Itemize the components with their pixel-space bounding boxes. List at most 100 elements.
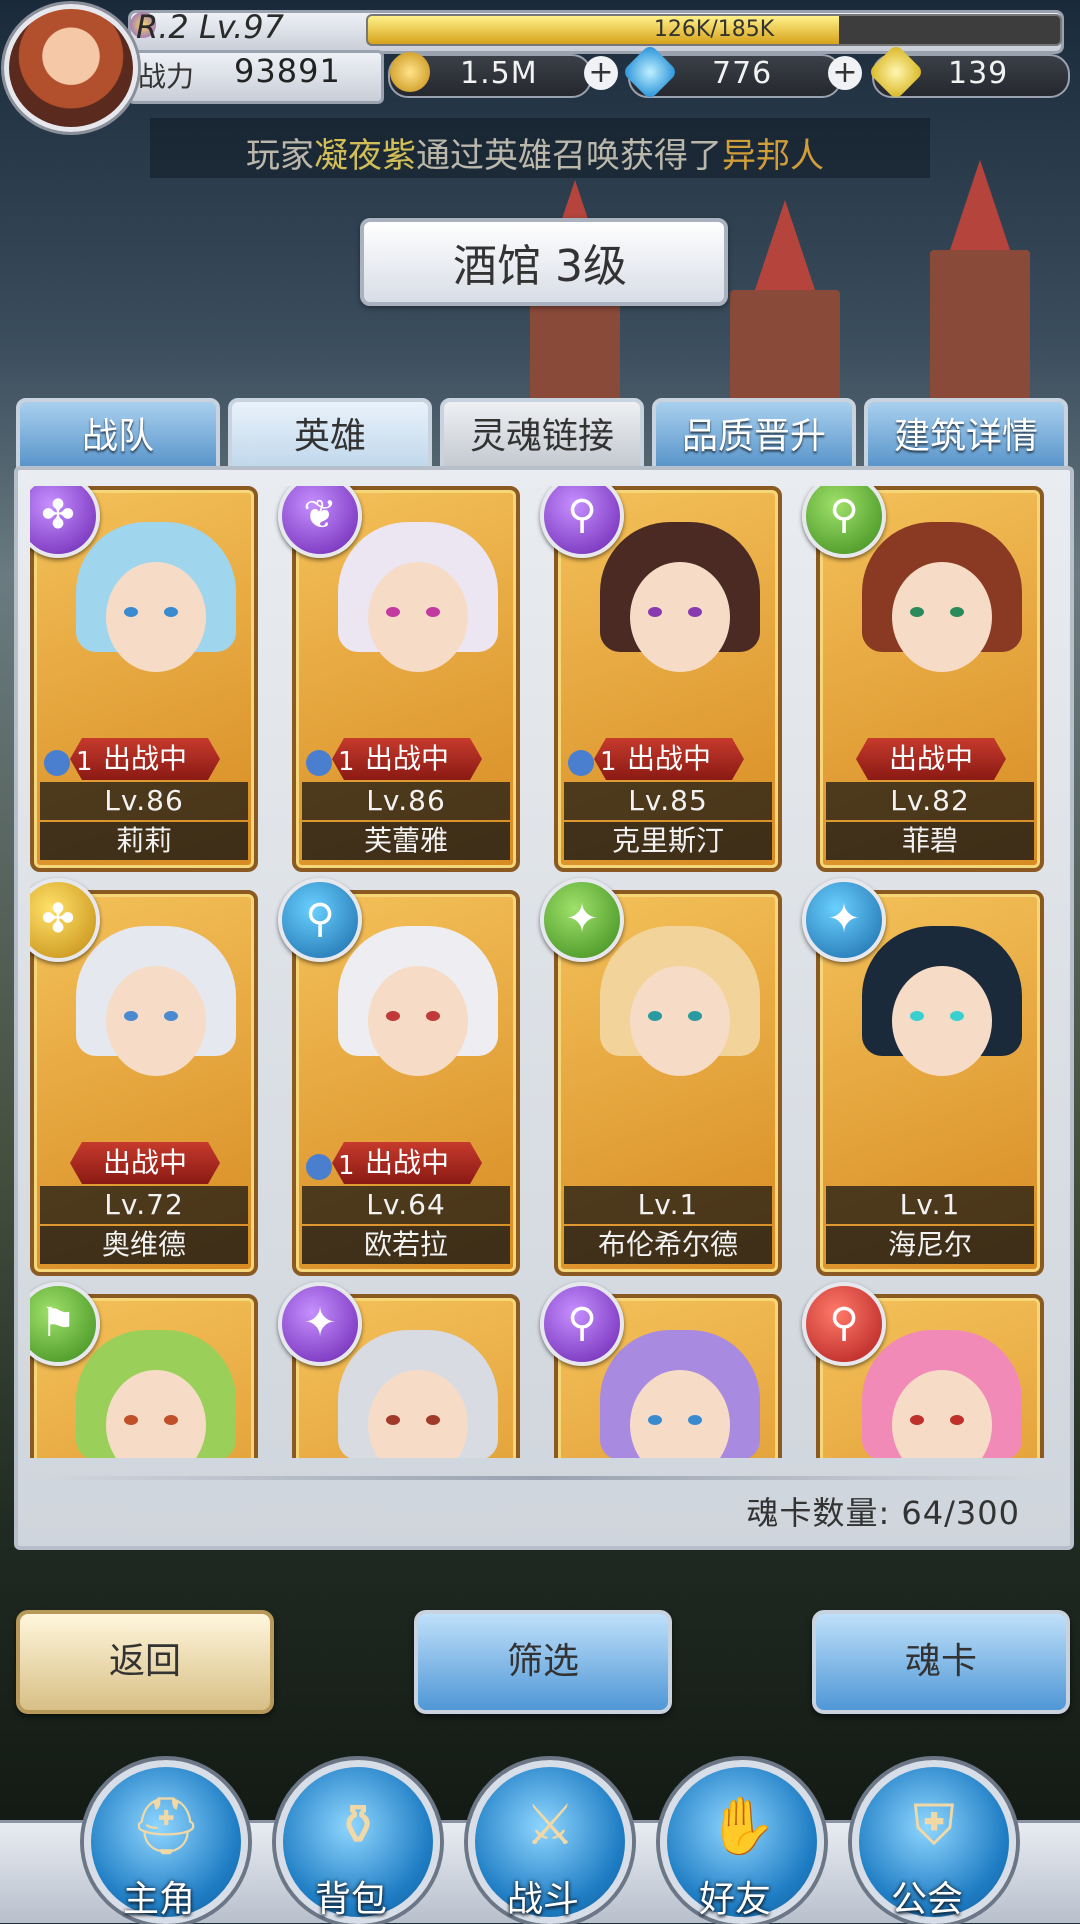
hero-eye: [950, 607, 964, 617]
hero-eye: [688, 1415, 702, 1425]
hero-card-grid[interactable]: 出战中 1 Lv.86 莉莉 ✤ 出战中 1 Lv.86 芙蕾雅 ❦ 出战中 1 Lv.85 克里斯汀 ⚲ 出…: [30, 486, 1050, 1458]
hero-eye: [124, 1415, 138, 1425]
soul-link-count: 1: [306, 1148, 386, 1184]
soul-card-button[interactable]: 魂卡: [812, 1610, 1070, 1714]
roof: [950, 160, 1010, 250]
hero-face: [368, 562, 468, 672]
nav-label: 主角: [122, 1879, 195, 1920]
hero-eye: [648, 607, 662, 617]
soul-link-icon: [568, 749, 594, 776]
hero-class-icon: ✦: [540, 878, 624, 962]
soul-link-count: 1: [44, 744, 124, 780]
power-label: 战力: [138, 60, 195, 93]
exp-text: 126K/185K: [653, 17, 775, 42]
hero-face: [106, 562, 206, 672]
divider: [40, 1476, 1040, 1480]
hero-class-icon: ✦: [802, 878, 886, 962]
hero-eye: [164, 607, 178, 617]
building-title: 酒馆 3级: [453, 241, 627, 292]
gem-value: 139: [948, 56, 1009, 91]
nav-label: 战斗: [506, 1879, 579, 1920]
hero-level: Lv.82: [826, 782, 1034, 820]
hero-eye: [910, 1415, 924, 1425]
deployed-badge: 出战中: [70, 1142, 220, 1184]
hero-eye: [386, 1415, 400, 1425]
hero-name: 海尼尔: [826, 1226, 1034, 1264]
backpack-icon: ⚱: [334, 1793, 382, 1858]
hero-name: 布伦希尔德: [564, 1226, 772, 1264]
add-diamond-button[interactable]: +: [828, 56, 862, 90]
hero-face: [630, 966, 730, 1076]
hero-level: Lv.85: [564, 782, 772, 820]
hero-level: Lv.64: [302, 1186, 510, 1224]
hero-eye: [688, 1011, 702, 1021]
announcement-text: 玩家凝夜紫通过英雄召唤获得了异邦人: [246, 128, 824, 177]
hero-name: 莉莉: [40, 822, 248, 860]
hero-face: [630, 562, 730, 672]
announcement-player: 凝夜紫: [314, 136, 416, 176]
hero-eye: [164, 1415, 178, 1425]
hero-eye: [164, 1011, 178, 1021]
coin-icon: [390, 52, 430, 92]
hero-eye: [426, 1011, 440, 1021]
hero-eye: [648, 1415, 662, 1425]
hero-name: 芙蕾雅: [302, 822, 510, 860]
hero-name: 欧若拉: [302, 1226, 510, 1264]
nav-label: 背包: [314, 1879, 387, 1920]
hero-level: Lv.86: [302, 782, 510, 820]
hero-level: Lv.1: [564, 1186, 772, 1224]
hero-level: Lv.86: [40, 782, 248, 820]
hero-face: [106, 966, 206, 1076]
roof: [755, 200, 815, 290]
hero-eye: [426, 1415, 440, 1425]
crossed-swords-icon: ⚔: [524, 1793, 576, 1858]
diamond-value: 776: [712, 56, 773, 91]
power-value: 93891: [234, 52, 341, 90]
hero-name: 克里斯汀: [564, 822, 772, 860]
announcement-prefix: 玩家: [246, 136, 314, 176]
handshake-icon: ✋: [707, 1794, 777, 1859]
hero-eye: [950, 1011, 964, 1021]
hero-eye: [426, 607, 440, 617]
nav-label: 公会: [890, 1879, 963, 1920]
hero-eye: [950, 1415, 964, 1425]
hero-eye: [386, 1011, 400, 1021]
hero-class-icon: ✦: [278, 1282, 362, 1366]
soul-card-count: 魂卡数量: 64/300: [746, 1494, 1020, 1532]
building: [730, 290, 840, 410]
hero-class-icon: ⚲: [540, 1282, 624, 1366]
hero-class-icon: ⚲: [802, 1282, 886, 1366]
helmet-icon: ⛑: [130, 1794, 202, 1859]
hero-eye: [648, 1011, 662, 1021]
announcement-middle: 通过英雄召唤获得了: [416, 136, 722, 176]
soul-link-icon: [306, 1153, 332, 1180]
deployed-badge: 出战中: [856, 738, 1006, 780]
hero-eye: [910, 607, 924, 617]
hero-face: [892, 966, 992, 1076]
soul-link-count: 1: [568, 744, 648, 780]
player-avatar[interactable]: [4, 4, 138, 132]
rank-level: R.2 Lv.97: [136, 8, 284, 46]
hero-eye: [386, 607, 400, 617]
hero-class-icon: ⚲: [278, 878, 362, 962]
hero-name: 菲碧: [826, 822, 1034, 860]
announcement-hero: 异邦人: [722, 136, 824, 176]
filter-button[interactable]: 筛选: [414, 1610, 672, 1714]
gold-value: 1.5M: [460, 56, 538, 91]
add-gold-button[interactable]: +: [584, 56, 618, 90]
hero-eye: [910, 1011, 924, 1021]
guild-crest-icon: ⛨: [913, 1793, 955, 1858]
hero-name: 奥维德: [40, 1226, 248, 1264]
hero-eye: [124, 1011, 138, 1021]
top-status-bar: R.2 Lv.97 126K/185K 战力 93891 1.5M + 776 …: [0, 0, 1080, 132]
hero-eye: [688, 607, 702, 617]
hero-level: Lv.1: [826, 1186, 1034, 1224]
exp-bar: 126K/185K: [366, 14, 1062, 46]
building: [930, 250, 1030, 410]
soul-link-count: 1: [306, 744, 386, 780]
hero-face: [368, 966, 468, 1076]
hero-eye: [124, 607, 138, 617]
back-button[interactable]: 返回: [16, 1610, 274, 1714]
nav-label: 好友: [698, 1879, 771, 1920]
hero-face: [892, 562, 992, 672]
